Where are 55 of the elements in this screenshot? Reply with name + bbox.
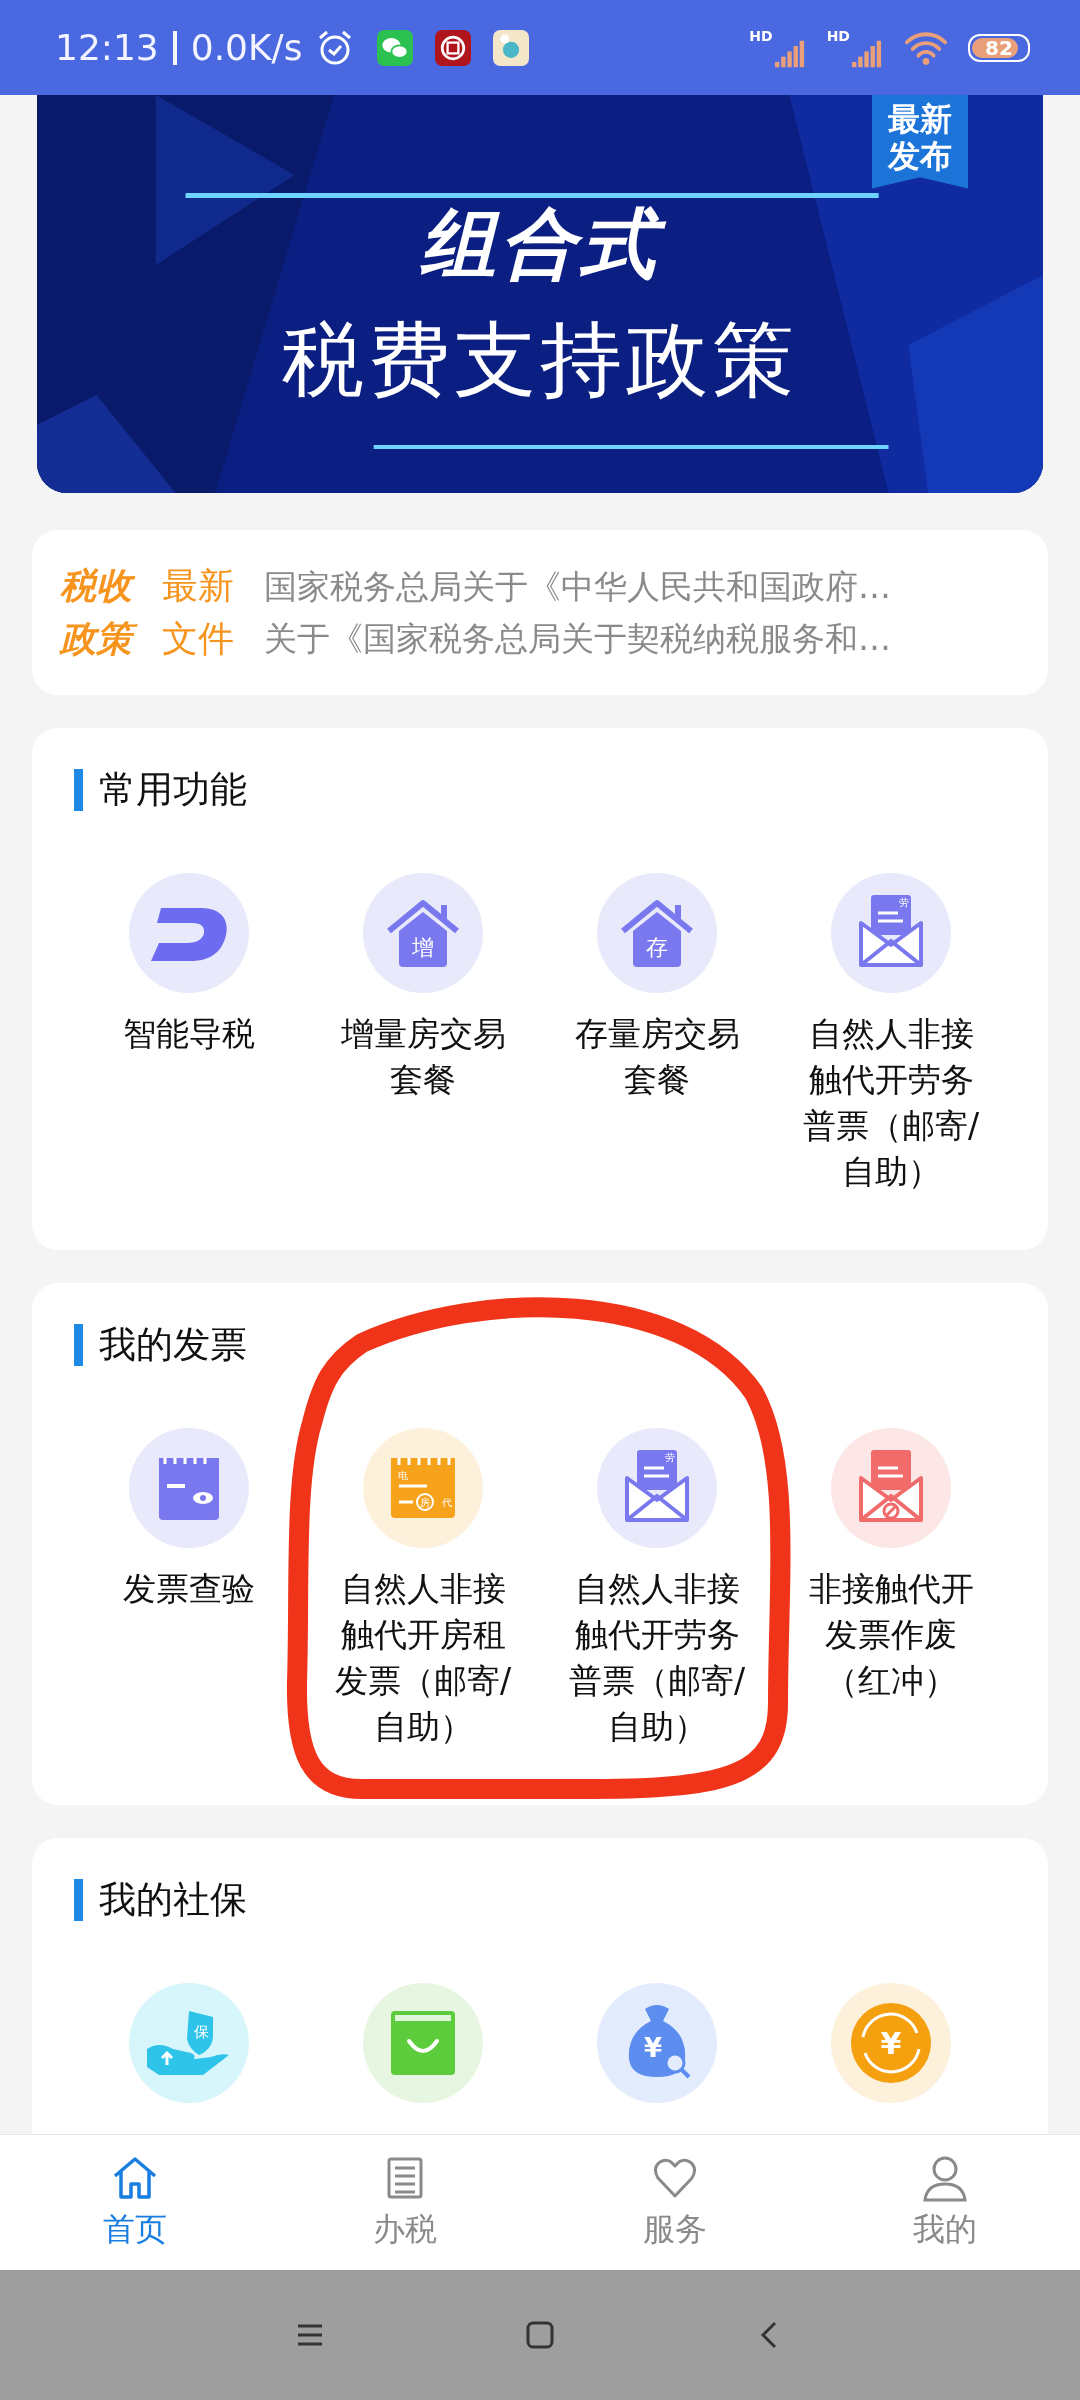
news-label: 税收政策: [60, 560, 140, 665]
section-title: 我的发票: [99, 1322, 247, 1368]
function-label[interactable]: 增量房交易套餐: [333, 1011, 513, 1103]
section-title: 我的社保: [99, 1877, 247, 1923]
receipt-eye-icon[interactable]: [129, 1428, 249, 1548]
wifi-icon: [904, 29, 948, 66]
envelope-icon[interactable]: [831, 1428, 951, 1548]
section-title: 常用功能: [99, 767, 247, 813]
banner-subtitle: 税费支持政策: [282, 310, 798, 409]
tab[interactable]: 服务: [540, 2135, 810, 2270]
envelope-icon[interactable]: 劳: [831, 873, 951, 993]
hand-shield-icon[interactable]: 保: [129, 1983, 249, 2103]
title-bar: [74, 1324, 83, 1366]
coin-icon[interactable]: ¥: [831, 1983, 951, 2103]
tab[interactable]: 办税: [270, 2135, 540, 2270]
news-headline[interactable]: 国家税务总局关于《中华人民共和国政府…: [264, 563, 891, 610]
status-time: 12:13: [55, 27, 159, 68]
title-bar: [74, 769, 83, 811]
envelope-icon[interactable]: 劳: [597, 1428, 717, 1548]
function-label[interactable]: 存量房交易套餐: [567, 1011, 747, 1103]
function-label[interactable]: 发票查验: [99, 1566, 279, 1612]
banner-title: 组合式: [404, 195, 676, 294]
money-bag-icon[interactable]: ¥: [597, 1983, 717, 2103]
new-release-badge: 最新发布: [872, 95, 968, 189]
bank-app-icon: [434, 29, 471, 66]
function-label[interactable]: 智能导税: [99, 1011, 279, 1057]
icon-glyph: ¥: [643, 2033, 663, 2063]
letter-d-icon[interactable]: [129, 873, 249, 993]
tab[interactable]: 我的: [810, 2135, 1080, 2270]
icon-glyph: 代: [442, 1497, 452, 1508]
title-bar: [74, 1879, 83, 1921]
news-headline[interactable]: 关于《国家税务总局关于契税纳税服务和…: [264, 615, 891, 662]
network-speed: 0.0K/s: [190, 27, 303, 68]
icon-glyph: 劳: [899, 897, 909, 908]
function-label[interactable]: 自然人非接触代开房租发票（邮寄/自助）: [333, 1566, 513, 1750]
icon-glyph: 保: [193, 2023, 209, 2041]
function-label[interactable]: 非接触代开发票作废（红冲）: [801, 1566, 981, 1704]
icon-glyph: 电: [398, 1470, 408, 1481]
icon-glyph: 增: [412, 935, 434, 960]
chat-app-icon: [376, 29, 413, 66]
icon-glyph: 劳: [665, 1452, 675, 1463]
function-label[interactable]: 自然人非接触代开劳务普票（邮寄/自助）: [567, 1566, 747, 1750]
news-tag: 最新文件: [162, 560, 234, 665]
tab[interactable]: 首页: [0, 2135, 270, 2270]
function-label[interactable]: 自然人非接触代开劳务普票（邮寄/自助）: [801, 1011, 981, 1195]
map-app-icon: [492, 29, 529, 66]
icon-glyph: 存: [646, 935, 668, 960]
house-icon[interactable]: 增: [363, 873, 483, 993]
icon-glyph: 房: [420, 1497, 430, 1508]
icon-glyph: ¥: [880, 2026, 902, 2061]
receipt-icon[interactable]: 电 房 代: [363, 1428, 483, 1548]
status-separator: [172, 30, 177, 65]
house-icon[interactable]: 存: [597, 873, 717, 993]
banner[interactable]: 最新发布 组合式 税费支持政策: [37, 95, 1043, 493]
battery-icon: 82: [968, 33, 1030, 62]
